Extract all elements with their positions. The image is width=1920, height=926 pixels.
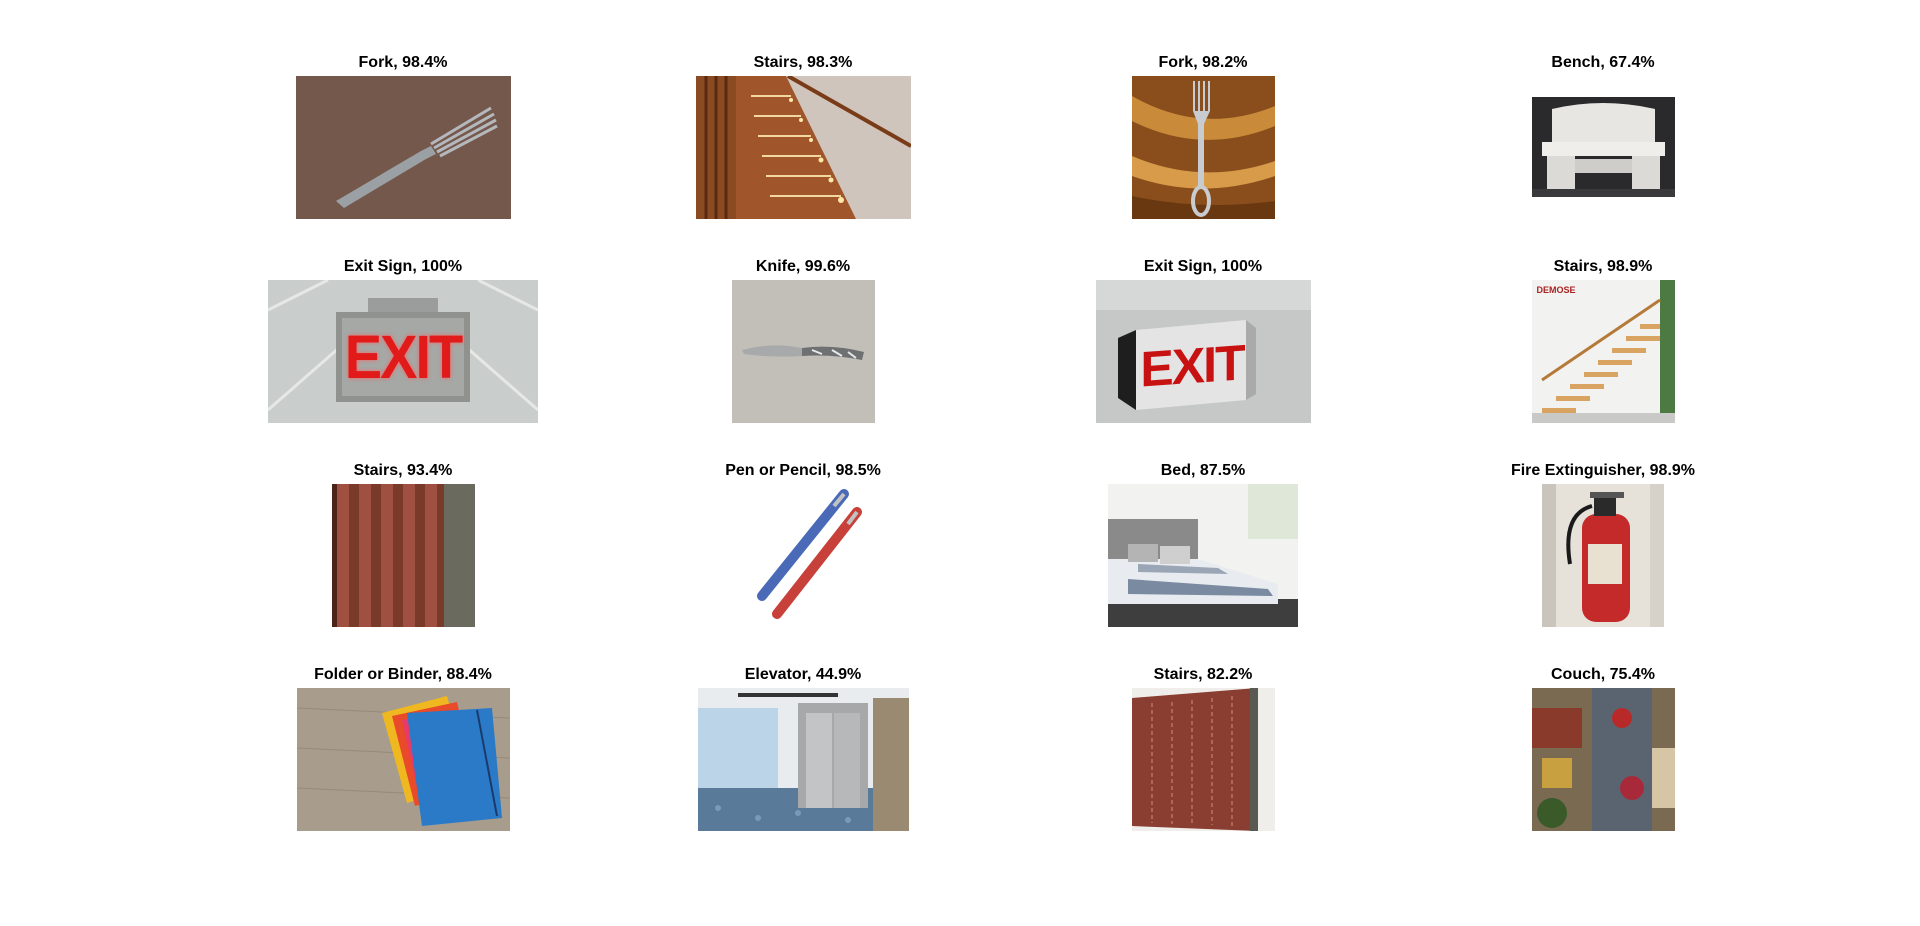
tile-14: Elevator, 44.9% [623, 666, 983, 831]
tile-10: Pen or Pencil, 98.5% [623, 462, 983, 627]
tile-7: Exit Sign, 100% EXIT [1023, 258, 1383, 423]
tile-title: Bed, 87.5% [1160, 462, 1246, 479]
knife-photo [731, 280, 875, 423]
tile-title: Elevator, 44.9% [744, 666, 862, 683]
elevator-photo [697, 688, 909, 831]
tile-title: Bench, 67.4% [1551, 54, 1655, 71]
bed-photo [1108, 484, 1298, 627]
tile-2: Stairs, 98.3% [623, 54, 983, 219]
tile-11: Bed, 87.5% [1023, 462, 1383, 627]
tile-title: Fork, 98.2% [1158, 54, 1248, 71]
patterned-wall-photo [1131, 688, 1275, 831]
fire-extinguisher-photo [1542, 484, 1664, 627]
tile-6: Knife, 99.6% [623, 258, 983, 423]
tile-title: Pen or Pencil, 98.5% [725, 462, 881, 479]
exit-sign-text: EXIT [1139, 334, 1244, 398]
tile-9: Stairs, 93.4% [223, 462, 583, 627]
stairs-photo: DEMOSE [1531, 280, 1675, 423]
bench-photo [1531, 97, 1675, 197]
tile-title: Exit Sign, 100% [1143, 258, 1263, 275]
tile-1: Fork, 98.4% [223, 54, 583, 219]
exit-sign-photo: EXIT [1095, 280, 1311, 423]
stairs-photo [695, 76, 911, 219]
fork-photo [1131, 76, 1275, 219]
exit-sign-text: EXIT [344, 321, 463, 392]
tile-13: Folder or Binder, 88.4% [223, 666, 583, 831]
tile-title: Exit Sign, 100% [343, 258, 463, 275]
tile-title: Stairs, 93.4% [353, 462, 453, 479]
tile-8: Stairs, 98.9% DEMOSE [1423, 258, 1783, 423]
fork-photo [295, 76, 511, 219]
tile-3: Fork, 98.2% [1023, 54, 1383, 219]
tile-4: Bench, 67.4% [1423, 54, 1783, 197]
brick-wall-photo [331, 484, 475, 627]
tile-title: Knife, 99.6% [755, 258, 851, 275]
tile-title: Stairs, 98.3% [753, 54, 853, 71]
tile-title: Couch, 75.4% [1550, 666, 1656, 683]
exit-sign-photo: EXIT [268, 280, 538, 423]
tile-16: Couch, 75.4% [1423, 666, 1783, 831]
tile-title: Stairs, 98.9% [1553, 258, 1653, 275]
folders-photo [296, 688, 510, 831]
tile-title: Fire Extinguisher, 98.9% [1510, 462, 1696, 479]
tile-12: Fire Extinguisher, 98.9% [1423, 462, 1783, 627]
tile-15: Stairs, 82.2% [1023, 666, 1383, 831]
tile-title: Folder or Binder, 88.4% [314, 666, 492, 683]
tile-title: Fork, 98.4% [358, 54, 448, 71]
brand-logo: DEMOSE [1536, 285, 1576, 295]
pens-photo [731, 484, 875, 627]
tile-5: Exit Sign, 100% EXIT [223, 258, 583, 423]
living-room-photo [1531, 688, 1675, 831]
tile-title: Stairs, 82.2% [1153, 666, 1253, 683]
